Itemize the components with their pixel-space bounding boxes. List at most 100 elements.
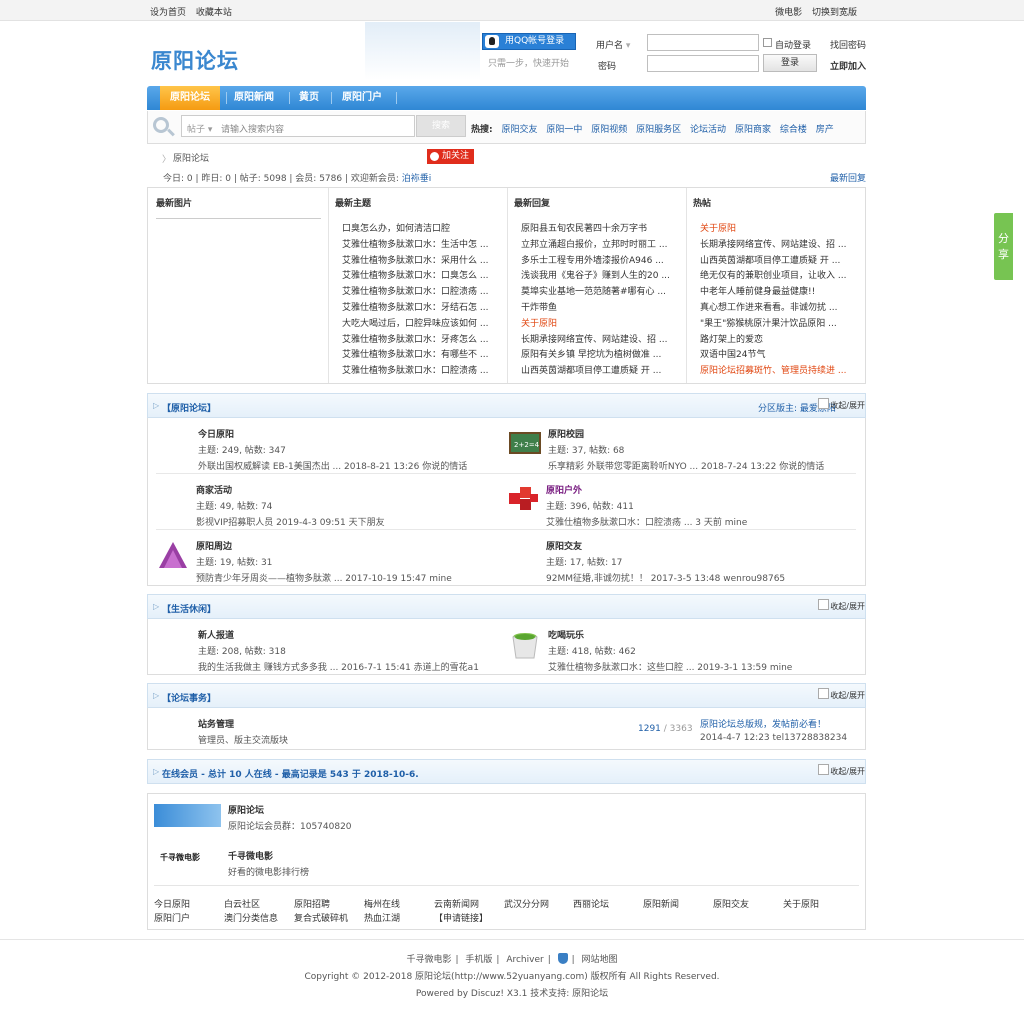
- latest-reply-link[interactable]: 最新回复: [830, 171, 866, 184]
- hot-item[interactable]: 双语中国24节气: [700, 348, 855, 364]
- text-link[interactable]: 关于原阳: [783, 897, 819, 910]
- search-button[interactable]: 搜索: [416, 115, 466, 137]
- footer-link[interactable]: 千寻微电影: [406, 955, 451, 965]
- link-site1[interactable]: 原阳论坛 原阳论坛会员群：105740820: [228, 803, 352, 832]
- nav-yellowpages[interactable]: 黄页: [299, 86, 319, 110]
- share-button[interactable]: 分享: [994, 213, 1013, 280]
- forum-nearby[interactable]: 原阳周边 主题: 19, 帖数: 31 预防青少年牙周炎——植物多肽漱 ... …: [196, 539, 452, 584]
- topic-item[interactable]: 艾雅仕植物多肽漱口水：牙疼怎么 ...: [342, 333, 497, 349]
- collapse-toggle[interactable]: 收起/展开: [818, 688, 865, 701]
- collapse-toggle[interactable]: 收起/展开: [818, 398, 865, 411]
- reply-item[interactable]: 长期承接网络宣传、网站建设、招 ...: [521, 333, 681, 349]
- reply-item[interactable]: 原阳有关乡镇 早挖坑为植树做准 ...: [521, 348, 681, 364]
- text-link[interactable]: 原阳门户: [154, 911, 190, 924]
- reply-item[interactable]: 山西英茵湖都项目停工遭质疑 开 ...: [521, 364, 681, 380]
- section-title[interactable]: 【论坛事务】: [162, 691, 216, 704]
- hot-search-item[interactable]: 原阳服务区: [636, 125, 681, 135]
- weibo-link[interactable]: 微电影: [775, 8, 802, 18]
- topic-item[interactable]: 艾雅仕植物多肽漱口水：有哪些不 ...: [342, 348, 497, 364]
- forum-last-post[interactable]: 原阳论坛总版规，发帖前必看！ 2014-4-7 12:23 tel1372883…: [700, 717, 847, 743]
- footer-link[interactable]: 手机版: [465, 955, 492, 965]
- new-member-link[interactable]: 泊袮垂i: [402, 174, 432, 184]
- auto-login-checkbox[interactable]: [763, 38, 772, 47]
- hot-item[interactable]: "果王"猕猴桃原汁果汁饮品原阳 ...: [700, 317, 855, 333]
- text-link[interactable]: 武汉分分网: [504, 897, 549, 910]
- forum-site-admin[interactable]: 站务管理 管理员、版主交流版块: [198, 717, 288, 746]
- chevron-down-icon[interactable]: ▾: [626, 41, 631, 51]
- qq-login-button[interactable]: 用QQ帐号登录: [482, 33, 576, 50]
- text-link[interactable]: 原阳新闻: [643, 897, 679, 910]
- footer-link[interactable]: 网站地图: [582, 955, 618, 965]
- find-password-link[interactable]: 找回密码: [830, 38, 866, 51]
- hot-item[interactable]: 原阳论坛招募斑竹、管理员持续进 ...: [700, 364, 855, 380]
- apply-link[interactable]: 【申请链接】: [434, 911, 488, 924]
- reply-item[interactable]: 多乐士工程专用外墙漆报价A946 ...: [521, 254, 681, 270]
- hot-item[interactable]: 路灯架上的爱恋: [700, 333, 855, 349]
- search-input[interactable]: 帖子 ▾ 请输入搜索内容: [181, 115, 415, 137]
- hot-item[interactable]: 中老年人睡前健身最益健康!!: [700, 285, 855, 301]
- text-link[interactable]: 热血江湖: [364, 911, 400, 924]
- set-home-link[interactable]: 设为首页: [150, 8, 186, 18]
- reply-item[interactable]: 干炸带鱼: [521, 301, 681, 317]
- topic-item[interactable]: 大吃大喝过后，口腔异味应该如何 ...: [342, 317, 497, 333]
- forum-food-fun[interactable]: 吃喝玩乐 主题: 418, 帖数: 462 艾雅仕植物多肽漱口水：这些口腔 ..…: [548, 628, 792, 673]
- username-input[interactable]: [647, 34, 759, 51]
- text-link[interactable]: 复合式破碎机: [294, 911, 348, 924]
- nav-portal[interactable]: 原阳门户: [342, 86, 382, 110]
- hot-item[interactable]: 关于原阳: [700, 222, 855, 238]
- footer-link[interactable]: Archiver: [506, 955, 543, 965]
- collapse-toggle[interactable]: 收起/展开: [818, 599, 865, 612]
- breadcrumb-item[interactable]: 原阳论坛: [173, 154, 209, 164]
- forum-outdoor[interactable]: 原阳户外 主题: 396, 帖数: 411 艾雅仕植物多肽漱口水：口腔溃疡 ..…: [546, 483, 747, 528]
- topic-item[interactable]: 艾雅仕植物多肽漱口水：口腔溃疡 ...: [342, 285, 497, 301]
- text-link[interactable]: 白云社区: [224, 897, 260, 910]
- text-link[interactable]: 今日原阳: [154, 897, 190, 910]
- online-title[interactable]: 在线会员 - 总计 10 人在线 - 最高记录是 543 于 2018-10-6…: [162, 767, 419, 780]
- follow-button[interactable]: 加关注: [427, 149, 474, 164]
- section-title[interactable]: 【原阳论坛】: [162, 401, 216, 414]
- hot-item[interactable]: 山西英茵湖都项目停工遭质疑 开 ...: [700, 254, 855, 270]
- reply-item[interactable]: 立邦立涌超白报价，立邦时时丽工 ...: [521, 238, 681, 254]
- text-link[interactable]: 原阳交友: [713, 897, 749, 910]
- hot-item[interactable]: 绝无仅有的兼职创业项目，让收入 ...: [700, 269, 855, 285]
- nav-news[interactable]: 原阳新闻: [234, 86, 274, 110]
- hot-search-item[interactable]: 房产: [816, 125, 834, 135]
- collapse-toggle[interactable]: 收起/展开: [818, 764, 865, 777]
- shield-icon[interactable]: [557, 953, 568, 964]
- topic-item[interactable]: 艾雅仕植物多肽漱口水：口臭怎么 ...: [342, 269, 497, 285]
- forum-newcomers[interactable]: 新人报道 主题: 208, 帖数: 318 我的生活我做主 赚钱方式多多我 ..…: [198, 628, 479, 673]
- hot-search-item[interactable]: 论坛活动: [690, 125, 726, 135]
- topic-item[interactable]: 口臭怎么办，如何清洁口腔: [342, 222, 497, 238]
- hot-search-item[interactable]: 综合楼: [780, 125, 807, 135]
- forum-dating[interactable]: 原阳交友 主题: 17, 帖数: 17 92MM征婚,非诚勿扰！！ 2017-3…: [546, 539, 785, 584]
- site-logo[interactable]: 原阳论坛: [151, 45, 239, 75]
- text-link[interactable]: 澳门分类信息: [224, 911, 278, 924]
- text-link[interactable]: 云南新闻网: [434, 897, 479, 910]
- reply-item[interactable]: 莫埠实业基地一范范随著#哪有心 ...: [521, 285, 681, 301]
- hot-search-item[interactable]: 原阳视频: [591, 125, 627, 135]
- login-button[interactable]: 登录: [763, 54, 817, 72]
- password-input[interactable]: [647, 55, 759, 72]
- reply-item[interactable]: 关于原阳: [521, 317, 681, 333]
- link-site2[interactable]: 千寻微电影 好看的微电影排行榜: [228, 849, 309, 878]
- text-link[interactable]: 梅州在线: [364, 897, 400, 910]
- forum-campus[interactable]: 原阳校园 主题: 37, 帖数: 68 乐享精彩 外联带您零距离聆听NYO ..…: [548, 427, 824, 472]
- site-banner-image[interactable]: [154, 804, 221, 827]
- forum-today[interactable]: 今日原阳 主题: 249, 帖数: 347 外联出国权威解读 EB-1美国杰出 …: [198, 427, 467, 472]
- text-link[interactable]: 西丽论坛: [573, 897, 609, 910]
- text-link[interactable]: 原阳招聘: [294, 897, 330, 910]
- hot-search-item[interactable]: 原阳商家: [735, 125, 771, 135]
- register-link[interactable]: 立即加入: [830, 59, 866, 72]
- hot-item[interactable]: 真心想工作进来看看。非诚勿扰 ...: [700, 301, 855, 317]
- nav-forum[interactable]: 原阳论坛: [160, 86, 220, 110]
- home-icon[interactable]: 〉: [162, 152, 171, 165]
- movie-logo-image[interactable]: 千寻微电影: [160, 852, 210, 863]
- topic-item[interactable]: 艾雅仕植物多肽漱口水：生活中怎 ...: [342, 238, 497, 254]
- search-type-select[interactable]: 帖子 ▾: [187, 122, 212, 135]
- topic-item[interactable]: 艾雅仕植物多肽漱口水：采用什么 ...: [342, 254, 497, 270]
- forum-business[interactable]: 商家活动 主题: 49, 帖数: 74 影视VIP招募职人员 2019-4-3 …: [196, 483, 385, 528]
- bookmark-link[interactable]: 收藏本站: [196, 8, 232, 18]
- hot-item[interactable]: 长期承接网络宣传、网站建设、招 ...: [700, 238, 855, 254]
- topic-item[interactable]: 艾雅仕植物多肽漱口水：口腔溃疡 ...: [342, 364, 497, 380]
- wide-toggle-link[interactable]: 切换到宽版: [812, 8, 857, 18]
